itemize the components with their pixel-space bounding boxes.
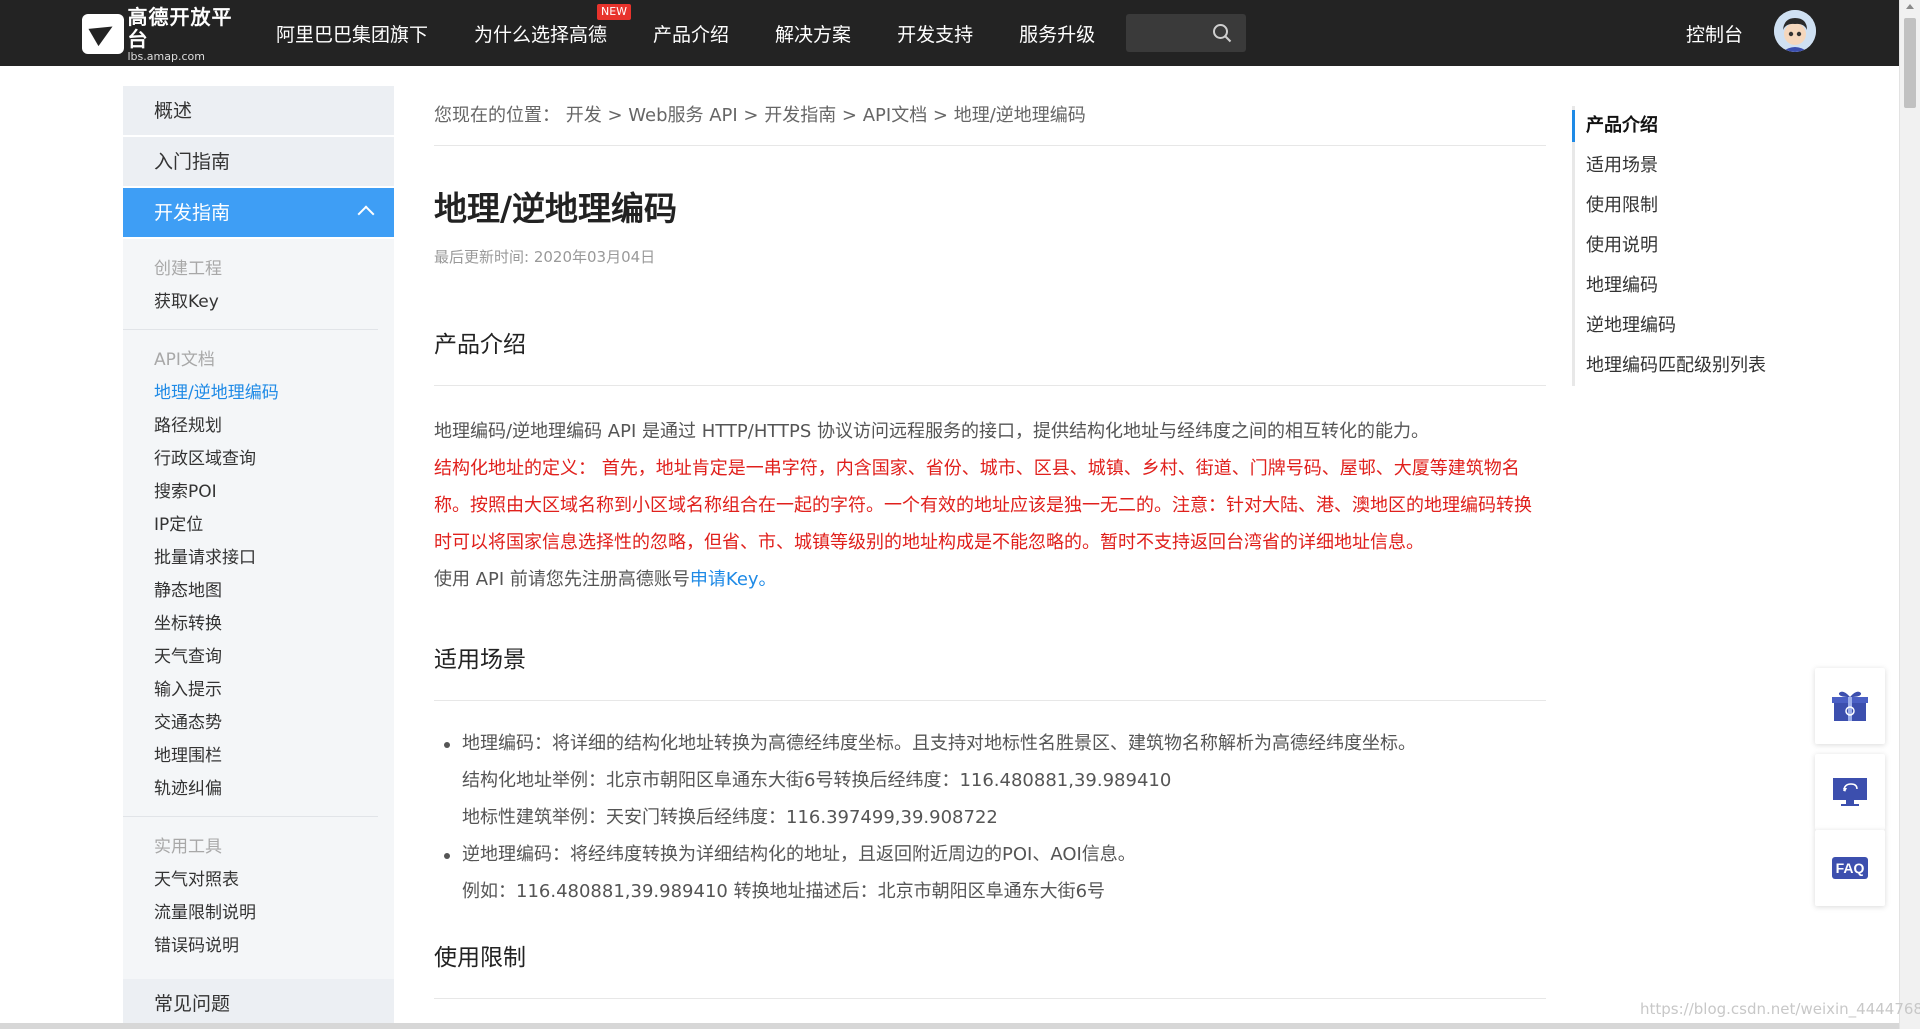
sidebar-group-create-project: 创建工程 获取Key	[123, 239, 378, 330]
gift-button[interactable]	[1815, 668, 1885, 744]
sidebar-link-static-map[interactable]: 静态地图	[154, 575, 378, 608]
toc-item-usage[interactable]: 使用说明	[1575, 226, 1766, 266]
search-input[interactable]	[1126, 14, 1206, 52]
nav-item-dev-support[interactable]: 开发支持	[897, 20, 973, 47]
toc-item-intro[interactable]: 产品介绍	[1572, 106, 1766, 146]
scenes-list: 地理编码：将详细的结构化地址转换为高德经纬度坐标。且支持对地标性名胜景区、建筑物…	[444, 725, 1546, 762]
sidebar-link-track-correction[interactable]: 轨迹纠偏	[154, 773, 378, 806]
apply-key-link[interactable]: 申请Key。	[690, 569, 777, 590]
main-nav: 阿里巴巴集团旗下 为什么选择高德 NEW 产品介绍 解决方案 开发支持 服务升级	[276, 0, 1141, 66]
last-updated: 最后更新时间: 2020年03月04日	[434, 248, 656, 266]
toc-item-scenes[interactable]: 适用场景	[1575, 146, 1766, 186]
sidebar-item-overview[interactable]: 概述	[123, 86, 394, 137]
scenes-list-2: 逆地理编码：将经纬度转换为详细结构化的地址，且返回附近周边的POI、AOI信息。	[444, 836, 1546, 873]
monitor-feedback-icon	[1833, 778, 1867, 806]
chevron-up-icon[interactable]	[357, 205, 375, 223]
sidebar-link-input-tips[interactable]: 输入提示	[154, 674, 378, 707]
section-title-intro: 产品介绍	[434, 325, 1546, 386]
console-link[interactable]: 控制台	[1686, 20, 1743, 47]
sidebar-link-ip-location[interactable]: IP定位	[154, 509, 378, 542]
sidebar-link-batch-request[interactable]: 批量请求接口	[154, 542, 378, 575]
sidebar-item-getting-started[interactable]: 入门指南	[123, 137, 394, 188]
new-badge: NEW	[596, 3, 632, 20]
list-item: 逆地理编码：将经纬度转换为详细结构化的地址，且返回附近周边的POI、AOI信息。	[444, 836, 1546, 873]
site-logo[interactable]: 高德开放平台 lbs.amap.com	[82, 6, 252, 63]
sidebar-link-weather[interactable]: 天气查询	[154, 641, 378, 674]
toc-item-regeocoding[interactable]: 逆地理编码	[1575, 306, 1766, 346]
regeocode-example: 例如：116.480881,39.989410 转换地址描述后：北京市朝阳区阜通…	[462, 881, 1106, 902]
avatar-face-icon	[1774, 10, 1816, 52]
section-title-scenes: 适用场景	[434, 640, 1546, 701]
nav-item-service-upgrade[interactable]: 服务升级	[1019, 20, 1095, 47]
page-title: 地理/逆地理编码	[434, 189, 678, 228]
taskbar-strip	[0, 1023, 1899, 1029]
page-scrollbar[interactable]	[1899, 0, 1920, 1029]
feedback-button[interactable]	[1815, 754, 1885, 830]
toc-item-limits[interactable]: 使用限制	[1575, 186, 1766, 226]
avatar[interactable]	[1774, 10, 1816, 52]
nav-item-alibaba[interactable]: 阿里巴巴集团旗下	[276, 20, 428, 47]
intro-paragraph: 地理编码/逆地理编码 API 是通过 HTTP/HTTPS 协议访问远程服务的接…	[434, 421, 1430, 442]
sidebar-link-rate-limit[interactable]: 流量限制说明	[154, 897, 378, 930]
nav-item-why-amap[interactable]: 为什么选择高德 NEW	[474, 3, 632, 47]
section-intro: 产品介绍 地理编码/逆地理编码 API 是通过 HTTP/HTTPS 协议访问远…	[434, 325, 1546, 598]
nav-search-box	[1126, 14, 1246, 52]
geocode-example-2: 地标性建筑举例：天安门转换后经纬度：116.397499,39.908722	[462, 807, 998, 828]
toc-item-match-levels[interactable]: 地理编码匹配级别列表	[1575, 346, 1766, 386]
sidebar-link-traffic[interactable]: 交通态势	[154, 707, 378, 740]
sidebar-group-title: 实用工具	[154, 837, 222, 857]
nav-item-products[interactable]: 产品介绍	[653, 20, 729, 47]
list-item: 地理编码：将详细的结构化地址转换为高德经纬度坐标。且支持对地标性名胜景区、建筑物…	[444, 725, 1546, 762]
sidebar-link-weather-table[interactable]: 天气对照表	[154, 864, 378, 897]
main-content: 您现在的位置： 开发 > Web服务 API > 开发指南 > API文档 > …	[434, 86, 1546, 999]
section-title-limits: 使用限制	[434, 938, 1546, 999]
sidebar-link-search-poi[interactable]: 搜索POI	[154, 476, 378, 509]
sidebar-link-error-codes[interactable]: 错误码说明	[154, 930, 378, 963]
geocode-example-1: 结构化地址举例：北京市朝阳区阜通东大街6号转换后经纬度：116.480881,3…	[462, 770, 1172, 791]
logo-title: 高德开放平台	[127, 4, 233, 51]
sidebar-link-district-query[interactable]: 行政区域查询	[154, 443, 378, 476]
logo-plane-icon	[82, 14, 124, 54]
scroll-up-icon[interactable]	[1906, 4, 1914, 9]
sidebar-link-coord-convert[interactable]: 坐标转换	[154, 608, 378, 641]
breadcrumb: 您现在的位置： 开发 > Web服务 API > 开发指南 > API文档 > …	[434, 86, 1546, 146]
search-icon[interactable]	[1212, 23, 1232, 43]
faq-button[interactable]: FAQ	[1815, 830, 1885, 906]
toc-item-geocoding[interactable]: 地理编码	[1575, 266, 1766, 306]
sidebar-item-faq[interactable]: 常见问题	[123, 979, 394, 1029]
scroll-thumb[interactable]	[1904, 18, 1916, 108]
address-definition-note: 结构化地址的定义： 首先，地址肯定是一串字符，内含国家、省份、城市、区县、城镇、…	[434, 458, 1532, 553]
logo-subtitle: lbs.amap.com	[127, 49, 205, 63]
top-navbar: 高德开放平台 lbs.amap.com 阿里巴巴集团旗下 为什么选择高德 NEW …	[0, 0, 1899, 66]
faq-icon: FAQ	[1831, 857, 1869, 879]
sidebar-item-dev-guide[interactable]: 开发指南	[123, 188, 394, 239]
section-limits: 使用限制	[434, 938, 1546, 999]
sidebar-group-title: API文档	[154, 350, 215, 370]
apply-key-paragraph: 使用 API 前请您先注册高德账号申请Key。	[434, 569, 777, 590]
nav-item-solutions[interactable]: 解决方案	[775, 20, 851, 47]
sidebar-group-tools: 实用工具 天气对照表 流量限制说明 错误码说明	[123, 817, 378, 973]
sidebar-link-geocoding[interactable]: 地理/逆地理编码	[154, 377, 378, 410]
sidebar-group-api-docs: API文档 地理/逆地理编码 路径规划 行政区域查询 搜索POI IP定位 批量…	[123, 330, 378, 817]
table-of-contents: 产品介绍 适用场景 使用限制 使用说明 地理编码 逆地理编码 地理编码匹配级别列…	[1572, 106, 1766, 386]
gift-icon	[1832, 691, 1868, 721]
sidebar-link-route-planning[interactable]: 路径规划	[154, 410, 378, 443]
sidebar-link-get-key[interactable]: 获取Key	[154, 286, 378, 319]
sidebar-group-title: 创建工程	[154, 259, 222, 279]
sidebar-link-geofence[interactable]: 地理围栏	[154, 740, 378, 773]
left-sidebar: 概述 入门指南 开发指南 创建工程 获取Key API文档 地理/逆地理编码 路…	[123, 86, 394, 1029]
section-scenes: 适用场景 地理编码：将详细的结构化地址转换为高德经纬度坐标。且支持对地标性名胜景…	[434, 640, 1546, 910]
watermark: https://blog.csdn.net/weixin_44447686	[1640, 1000, 1920, 1018]
